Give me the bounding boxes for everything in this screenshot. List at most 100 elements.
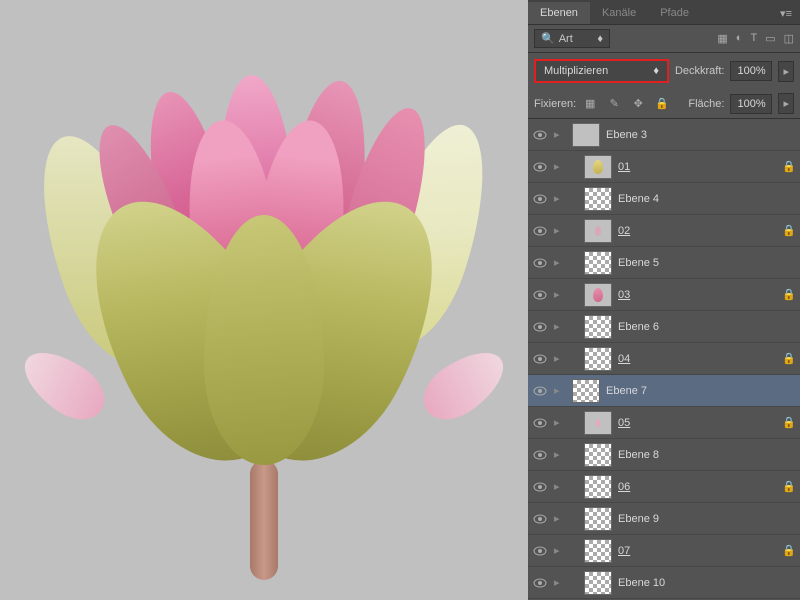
layer-name: 02 (618, 225, 630, 237)
visibility-toggle[interactable] (532, 543, 548, 559)
petal (13, 339, 115, 432)
expand-icon[interactable]: ▸ (554, 160, 566, 173)
layer-row[interactable]: ▸ 02 🔒 (528, 215, 800, 247)
expand-icon[interactable]: ▸ (554, 384, 566, 397)
expand-icon[interactable]: ▸ (554, 512, 566, 525)
visibility-toggle[interactable] (532, 415, 548, 431)
expand-icon[interactable]: ▸ (554, 480, 566, 493)
tab-channels[interactable]: Kanäle (590, 2, 648, 24)
layer-row[interactable]: ▸ Ebene 6 (528, 311, 800, 343)
visibility-toggle[interactable] (532, 575, 548, 591)
layer-row[interactable]: ▸ 07 🔒 (528, 535, 800, 567)
visibility-toggle[interactable] (532, 127, 548, 143)
stem (250, 460, 278, 580)
layer-name: Ebene 7 (606, 385, 647, 397)
filter-image-icon[interactable]: ▦ (717, 32, 727, 45)
petal (413, 339, 515, 432)
layer-name: Ebene 6 (618, 321, 659, 333)
filter-adjustment-icon[interactable]: ◐ (736, 32, 743, 45)
visibility-toggle[interactable] (532, 447, 548, 463)
blend-mode-row: Multiplizieren ♦ Deckkraft: 100% ▸ (528, 53, 800, 89)
lock-icon: 🔒 (782, 416, 796, 429)
layer-row[interactable]: ▸ Ebene 3 (528, 119, 800, 151)
lock-icon: 🔒 (782, 480, 796, 493)
expand-icon[interactable]: ▸ (554, 128, 566, 141)
layers-panel: Ebenen Kanäle Pfade ▾≡ 🔍 Art ♦ ▦ ◐ T ▭ ◫… (528, 0, 800, 600)
filter-smart-icon[interactable]: ◫ (784, 32, 794, 45)
visibility-toggle[interactable] (532, 191, 548, 207)
opacity-input[interactable]: 100% (730, 61, 772, 81)
visibility-toggle[interactable] (532, 511, 548, 527)
layer-name: Ebene 5 (618, 257, 659, 269)
layer-name: 03 (618, 289, 630, 301)
expand-icon[interactable]: ▸ (554, 256, 566, 269)
filter-shape-icon[interactable]: ▭ (765, 32, 775, 45)
layer-row[interactable]: ▸ Ebene 10 (528, 567, 800, 599)
tab-paths[interactable]: Pfade (648, 2, 701, 24)
lock-row: Fixieren: ▦ ✎ ✥ 🔒 Fläche: 100% ▸ (528, 89, 800, 119)
filter-icons: ▦ ◐ T ▭ ◫ (717, 32, 794, 45)
layer-name: 01 (618, 161, 630, 173)
layer-name: Ebene 9 (618, 513, 659, 525)
layer-name: 05 (618, 417, 630, 429)
expand-icon[interactable]: ▸ (554, 416, 566, 429)
layer-name: Ebene 3 (606, 129, 647, 141)
visibility-toggle[interactable] (532, 223, 548, 239)
expand-icon[interactable]: ▸ (554, 544, 566, 557)
chevron-icon: ♦ (597, 33, 603, 45)
lock-transparency-icon[interactable]: ▦ (582, 97, 598, 110)
fill-arrow[interactable]: ▸ (778, 93, 794, 114)
opacity-label: Deckkraft: (675, 65, 725, 77)
lock-pixels-icon[interactable]: ✎ (606, 97, 622, 110)
visibility-toggle[interactable] (532, 479, 548, 495)
expand-icon[interactable]: ▸ (554, 288, 566, 301)
lock-icon: 🔒 (782, 224, 796, 237)
expand-icon[interactable]: ▸ (554, 320, 566, 333)
layer-row[interactable]: ▸ 01 🔒 (528, 151, 800, 183)
layer-name: Ebene 10 (618, 577, 665, 589)
visibility-toggle[interactable] (532, 255, 548, 271)
lock-icon: 🔒 (782, 160, 796, 173)
layer-row[interactable]: ▸ Ebene 9 (528, 503, 800, 535)
expand-icon[interactable]: ▸ (554, 352, 566, 365)
expand-icon[interactable]: ▸ (554, 576, 566, 589)
layer-name: 07 (618, 545, 630, 557)
blend-mode-value: Multiplizieren (544, 65, 608, 77)
expand-icon[interactable]: ▸ (554, 448, 566, 461)
panel-menu-icon[interactable]: ▾≡ (772, 3, 800, 24)
lock-icon: 🔒 (782, 352, 796, 365)
canvas-area[interactable] (0, 0, 528, 600)
layer-row[interactable]: ▸ Ebene 8 (528, 439, 800, 471)
opacity-arrow[interactable]: ▸ (778, 61, 794, 82)
layer-row[interactable]: ▸ 03 🔒 (528, 279, 800, 311)
layer-name: Ebene 8 (618, 449, 659, 461)
panel-tabs: Ebenen Kanäle Pfade ▾≡ (528, 0, 800, 24)
layer-row[interactable]: ▸ 05 🔒 (528, 407, 800, 439)
lock-icon: 🔒 (782, 544, 796, 557)
filter-toolbar: 🔍 Art ♦ ▦ ◐ T ▭ ◫ (528, 24, 800, 53)
visibility-toggle[interactable] (532, 351, 548, 367)
lock-icon: 🔒 (782, 288, 796, 301)
visibility-toggle[interactable] (532, 287, 548, 303)
fill-input[interactable]: 100% (730, 94, 772, 114)
layer-row[interactable]: ▸06🔒 (528, 471, 800, 503)
layer-row[interactable]: ▸ Ebene 7 (528, 375, 800, 407)
filter-type-icon[interactable]: T (750, 32, 757, 45)
blend-mode-dropdown[interactable]: Multiplizieren ♦ (534, 59, 669, 83)
lock-position-icon[interactable]: ✥ (630, 97, 646, 110)
layer-row[interactable]: ▸ Ebene 5 (528, 247, 800, 279)
chevron-down-icon: ♦ (653, 65, 659, 77)
tab-layers[interactable]: Ebenen (528, 2, 590, 24)
layers-list[interactable]: ▸Ebene 3▸01🔒▸Ebene 4▸02🔒▸Ebene 5▸03🔒▸Ebe… (528, 119, 800, 600)
visibility-toggle[interactable] (532, 383, 548, 399)
fill-label: Fläche: (688, 98, 724, 110)
layer-row[interactable]: ▸ 04 🔒 (528, 343, 800, 375)
visibility-toggle[interactable] (532, 319, 548, 335)
layer-row[interactable]: ▸Ebene 4 (528, 183, 800, 215)
layer-name: 04 (618, 353, 630, 365)
expand-icon[interactable]: ▸ (554, 224, 566, 237)
expand-icon[interactable]: ▸ (554, 192, 566, 205)
lock-all-icon[interactable]: 🔒 (654, 97, 670, 110)
layer-filter-dropdown[interactable]: 🔍 Art ♦ (534, 29, 610, 48)
visibility-toggle[interactable] (532, 159, 548, 175)
